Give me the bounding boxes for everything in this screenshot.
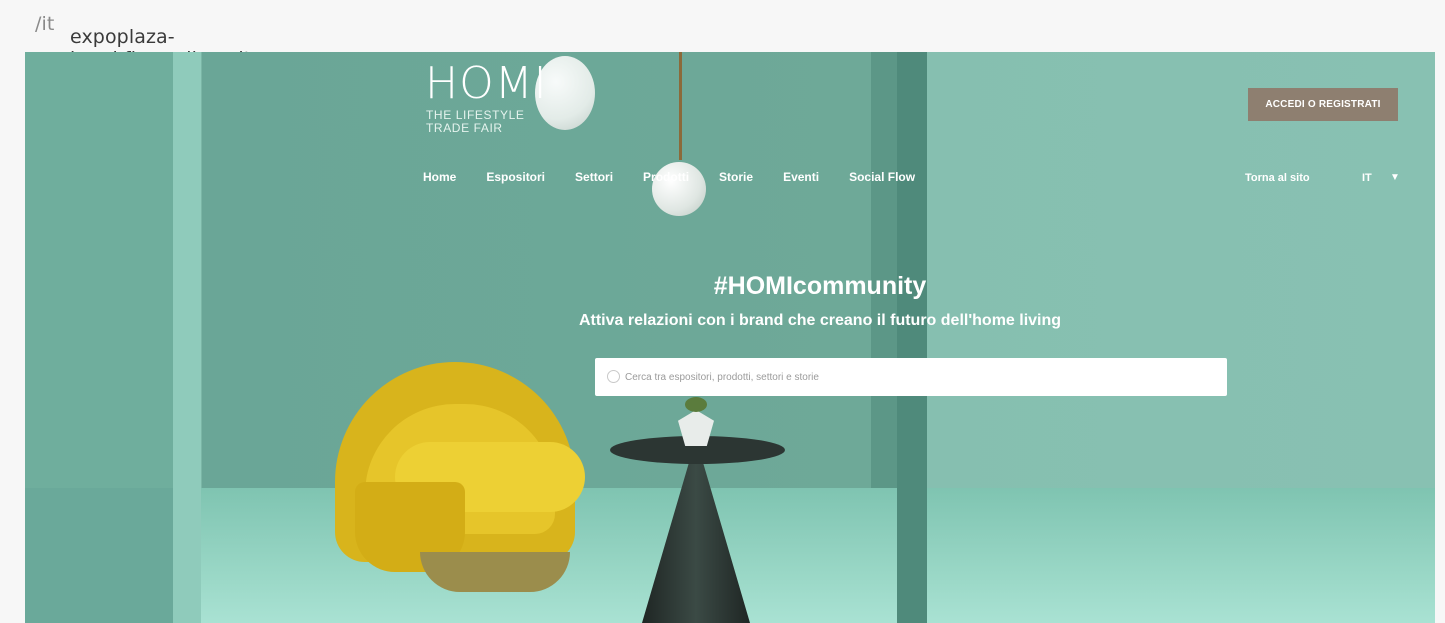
main-nav: Home Espositori Settori Prodotti Storie …: [423, 170, 945, 184]
pillar-right: [897, 52, 927, 623]
language-selector[interactable]: IT: [1362, 172, 1372, 184]
search-box[interactable]: [595, 358, 1227, 396]
url-path: /it: [35, 13, 55, 35]
chevron-down-icon[interactable]: ▼: [1390, 172, 1400, 183]
pendant-cord: [679, 52, 682, 160]
logo-tagline: THE LIFESTYLE TRADE FAIR: [426, 109, 525, 135]
chair-base: [420, 552, 570, 592]
floor-left: [25, 488, 175, 623]
nav-item-eventi[interactable]: Eventi: [783, 170, 819, 184]
nav-item-storie[interactable]: Storie: [719, 170, 753, 184]
url-text[interactable]: expoplaza-homi.fieramilano.it/it: [35, 13, 251, 70]
hero-subtitle: Attiva relazioni con i brand che creano …: [578, 312, 1062, 329]
login-register-button[interactable]: ACCEDI O REGISTRATI: [1248, 88, 1398, 121]
plant: [685, 397, 707, 412]
nav-item-settori[interactable]: Settori: [575, 170, 613, 184]
search-icon: [607, 370, 620, 383]
search-input[interactable]: [625, 358, 1215, 396]
nav-item-social-flow[interactable]: Social Flow: [849, 170, 915, 184]
hero-banner: HOMI THE LIFESTYLE TRADE FAIR Home Espos…: [25, 52, 1435, 623]
nav-item-espositori[interactable]: Espositori: [486, 170, 545, 184]
browser-address-bar[interactable]: expoplaza-homi.fieramilano.it/it: [0, 0, 1445, 70]
pillar-left: [173, 52, 201, 623]
nav-item-prodotti[interactable]: Prodotti: [643, 170, 689, 184]
nav-item-home[interactable]: Home: [423, 170, 456, 184]
logo-wordmark: HOMI: [425, 58, 548, 109]
logo-tagline-line2: TRADE FAIR: [426, 121, 503, 135]
back-to-site-link[interactable]: Torna al sito: [1245, 172, 1310, 184]
hero-title: #HOMIcommunity: [713, 272, 927, 300]
